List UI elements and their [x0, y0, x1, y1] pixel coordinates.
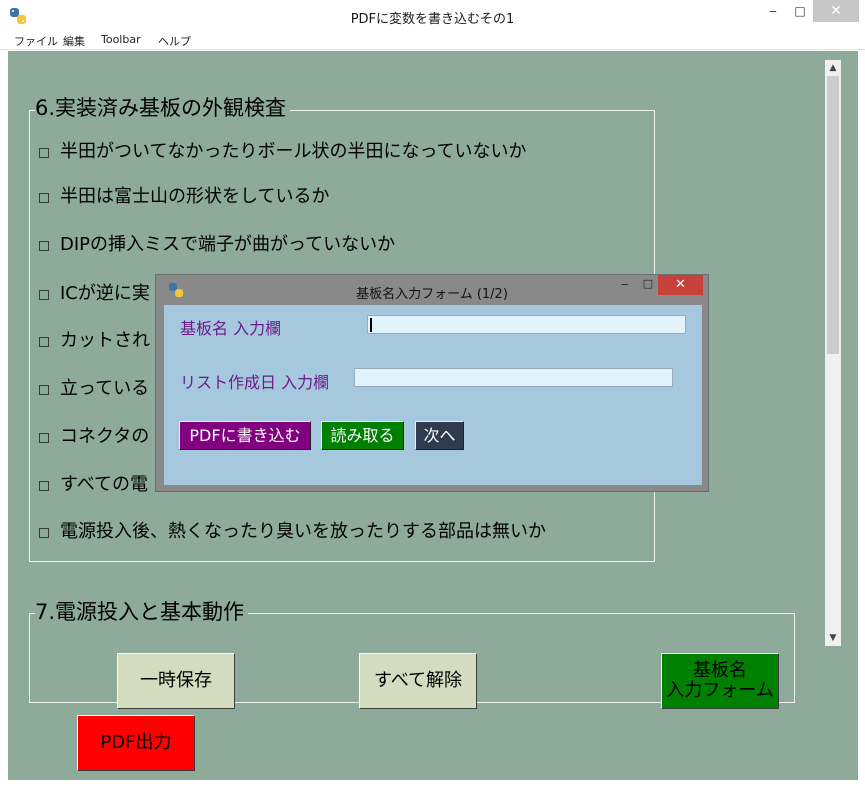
checkbox[interactable] — [39, 528, 49, 538]
list-date-label: リスト作成日 入力欄 — [180, 373, 330, 392]
menu-file[interactable]: ファイル — [14, 33, 58, 49]
window-title: PDFに変数を書き込むその1 — [350, 12, 515, 27]
checklist-item-label: 半田がついてなかったりボール状の半田になっていないか — [60, 141, 527, 162]
temp-save-button[interactable]: 一時保存 — [117, 653, 235, 709]
checklist-item-label: 半田は富士山の形状をしているか — [60, 186, 330, 207]
clear-all-button[interactable]: すべて解除 — [359, 653, 477, 709]
title-bar: PDFに変数を書き込むその1 ‒ □ ✕ — [0, 0, 865, 31]
scroll-thumb[interactable] — [827, 76, 839, 354]
dialog-maximize-button[interactable]: □ — [636, 277, 660, 290]
board-name-label: 基板名 入力欄 — [180, 319, 282, 338]
checklist-item-label: 電源投入後、熱くなったり臭いを放ったりする部品は無いか — [60, 521, 546, 542]
checkbox[interactable] — [39, 290, 49, 300]
board-form-label-line2: 入力フォーム — [666, 680, 774, 701]
board-name-input-dialog: 基板名入力フォーム (1/2) ‒ □ ✕ 基板名 入力欄 リスト作成日 入力欄… — [155, 274, 709, 492]
menu-edit[interactable]: 編集 — [63, 33, 85, 49]
close-button[interactable]: ✕ — [813, 0, 859, 22]
menu-help[interactable]: ヘルプ — [158, 33, 191, 49]
section7-title: 7.電源投入と基本動作 — [35, 600, 249, 624]
scroll-up-arrow-icon[interactable]: ▲ — [825, 60, 841, 76]
checkbox[interactable] — [39, 433, 49, 443]
dialog-close-button[interactable]: ✕ — [658, 275, 703, 295]
checklist-item-label: DIPの挿入ミスで端子が曲がっていないか — [60, 234, 396, 255]
checkbox[interactable] — [39, 148, 49, 158]
menu-toolbar[interactable]: Toolbar — [101, 33, 141, 46]
dialog-minimize-button[interactable]: ‒ — [613, 277, 637, 291]
checklist-item-label: 立っている — [60, 378, 150, 399]
list-date-input[interactable] — [354, 368, 673, 387]
section6-title: 6.実装済み基板の外観検査 — [35, 96, 291, 120]
checklist-item-label: コネクタの — [60, 426, 150, 447]
text-caret — [370, 318, 372, 332]
checkbox[interactable] — [39, 385, 49, 395]
board-name-input[interactable] — [367, 315, 686, 334]
write-to-pdf-button[interactable]: PDFに書き込む — [179, 421, 311, 450]
dialog-body: 基板名 入力欄 リスト作成日 入力欄 PDFに書き込む 読み取る 次へ — [164, 305, 702, 485]
vertical-scrollbar[interactable]: ▲ ▼ — [825, 60, 841, 646]
checkbox[interactable] — [39, 337, 49, 347]
board-name-form-button[interactable]: 基板名 入力フォーム — [661, 653, 779, 709]
checkbox[interactable] — [39, 481, 49, 491]
next-button[interactable]: 次へ — [415, 421, 464, 450]
pdf-output-button[interactable]: PDF出力 — [77, 715, 195, 771]
board-form-label-line1: 基板名 — [693, 660, 747, 681]
checklist-item-label: ICが逆に実 — [60, 283, 150, 304]
checkbox[interactable] — [39, 241, 49, 251]
checklist-item-label: カットされ — [60, 330, 150, 351]
checklist-item-label: すべての電 — [60, 474, 149, 495]
scroll-down-arrow-icon[interactable]: ▼ — [825, 630, 841, 646]
maximize-button[interactable]: □ — [787, 0, 813, 22]
checkbox[interactable] — [39, 193, 49, 203]
minimize-button[interactable]: ‒ — [760, 0, 786, 22]
read-button[interactable]: 読み取る — [321, 421, 404, 450]
menu-bar: ファイル 編集 Toolbar ヘルプ — [0, 31, 865, 50]
